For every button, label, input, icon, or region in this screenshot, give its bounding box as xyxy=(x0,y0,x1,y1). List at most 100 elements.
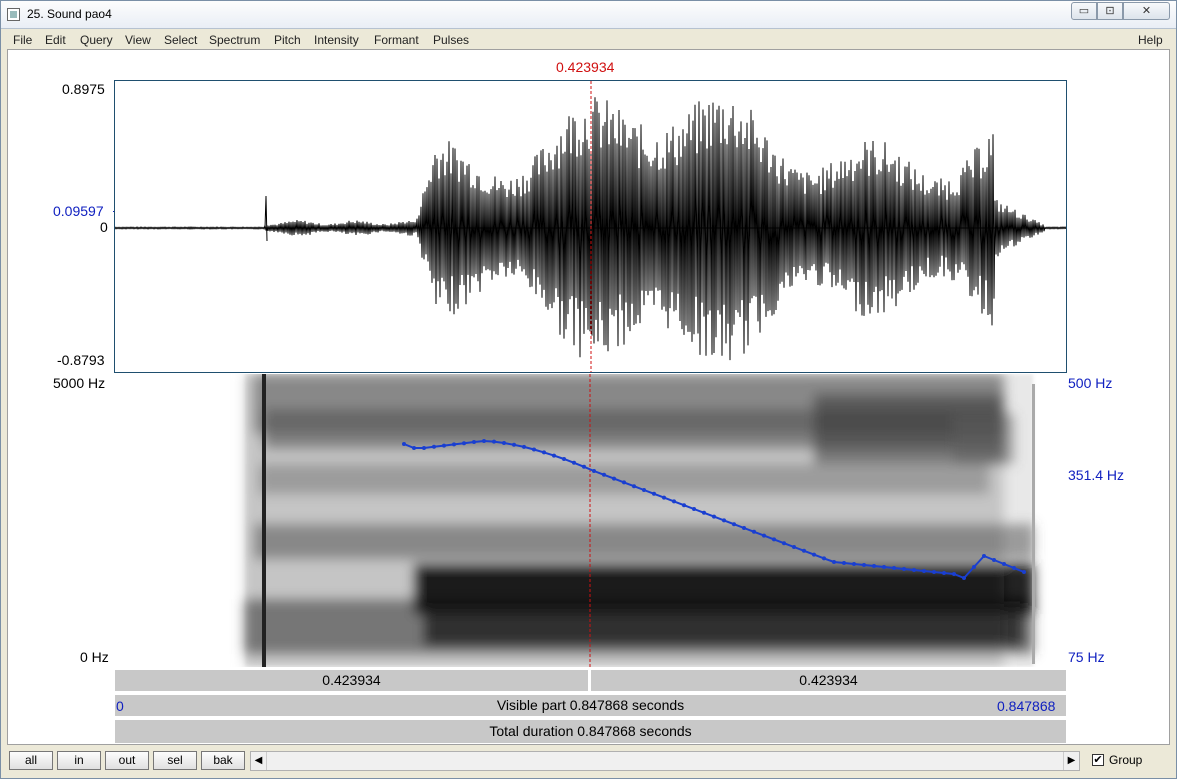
pitch-cursor-label: 351.4 Hz xyxy=(1068,467,1125,483)
waveform-panel[interactable] xyxy=(114,80,1067,373)
menu-formant[interactable]: Formant xyxy=(374,33,419,47)
pitch-point xyxy=(542,450,546,455)
spectrogram-top-label: 5000 Hz xyxy=(53,375,106,391)
pitch-point xyxy=(512,442,516,447)
pitch-point xyxy=(482,439,486,443)
pitch-point xyxy=(742,526,746,530)
spectrogram-svg xyxy=(244,374,1035,667)
pitch-point xyxy=(832,560,836,564)
cursor-time-label: 0.423934 xyxy=(556,59,615,75)
menu-pitch[interactable]: Pitch xyxy=(274,33,301,47)
pitch-point xyxy=(852,562,856,566)
pitch-point xyxy=(522,444,526,449)
time-segment-left[interactable]: 0.423934 xyxy=(114,669,589,692)
pitch-point xyxy=(472,440,476,444)
spectrogram-striations xyxy=(244,374,1034,667)
pitch-point xyxy=(432,444,436,449)
group-label: Group xyxy=(1109,753,1143,767)
pitch-point xyxy=(912,568,916,572)
pitch-point xyxy=(412,446,416,450)
pitch-point xyxy=(612,476,616,481)
visible-part-label: Visible part 0.847868 seconds xyxy=(496,697,685,713)
spectrogram-end-line xyxy=(1032,384,1035,664)
pitch-point xyxy=(672,499,676,504)
pitch-point xyxy=(692,507,696,511)
menu-view[interactable]: View xyxy=(125,33,151,47)
pitch-point xyxy=(602,472,606,477)
spectrogram-panel[interactable] xyxy=(114,374,1067,667)
pitch-point xyxy=(572,460,576,465)
pitch-point xyxy=(492,439,496,444)
pitch-point xyxy=(402,442,406,446)
pitch-point xyxy=(632,484,636,489)
zoom-selection-button[interactable]: sel xyxy=(153,751,197,770)
minimize-button[interactable]: ▭ xyxy=(1071,2,1097,20)
pitch-point xyxy=(722,518,726,523)
pitch-point xyxy=(532,447,536,452)
menu-intensity[interactable]: Intensity xyxy=(314,33,359,47)
zoom-in-button[interactable]: in xyxy=(57,751,101,770)
pitch-point xyxy=(1022,570,1026,574)
pitch-point xyxy=(812,552,816,557)
pitch-point xyxy=(802,548,806,553)
sound-editor-window: 25. Sound pao4 ▭ ⊡ ✕ File Edit Query Vie… xyxy=(0,0,1177,779)
zoom-back-button[interactable]: bak xyxy=(201,751,245,770)
pitch-point xyxy=(922,569,926,573)
pitch-point xyxy=(652,491,656,496)
pitch-point xyxy=(442,443,446,448)
menu-spectrum[interactable]: Spectrum xyxy=(209,33,260,47)
visible-start-label: 0 xyxy=(116,698,124,714)
pitch-point xyxy=(1012,566,1016,570)
waveform-svg xyxy=(115,81,1066,372)
time-scrollbar[interactable]: ◀ ▶ xyxy=(250,751,1080,771)
pitch-point xyxy=(452,442,456,447)
menu-bar: File Edit Query View Select Spectrum Pit… xyxy=(7,31,1170,49)
bottom-toolbar: all in out sel bak ◀ ▶ ✔ Group xyxy=(7,746,1170,776)
pitch-point xyxy=(662,495,666,500)
pitch-point xyxy=(752,529,756,534)
waveform-max-label: 0.8975 xyxy=(62,81,105,97)
pitch-point xyxy=(882,565,886,569)
pitch-point xyxy=(902,567,906,571)
pitch-point xyxy=(982,554,986,558)
pitch-point xyxy=(622,480,626,485)
pitch-point xyxy=(972,565,976,569)
pitch-point xyxy=(842,561,846,565)
pitch-point xyxy=(702,510,706,515)
scroll-left-arrow-icon[interactable]: ◀ xyxy=(251,752,267,770)
group-checkbox[interactable]: ✔ xyxy=(1092,754,1104,766)
visible-part-bar[interactable]: Visible part 0.847868 seconds xyxy=(114,694,1067,717)
zoom-out-button[interactable]: out xyxy=(105,751,149,770)
pitch-point xyxy=(822,556,826,561)
visible-end-label: 0.847868 xyxy=(997,698,1056,714)
pitch-point xyxy=(762,533,766,538)
waveform-cursor-value-label: 0.09597 xyxy=(53,203,104,219)
pitch-point xyxy=(712,514,716,519)
pitch-point xyxy=(592,469,596,473)
pitch-point xyxy=(942,571,946,575)
zoom-all-button[interactable]: all xyxy=(9,751,53,770)
pitch-point xyxy=(952,572,956,576)
pitch-point xyxy=(992,558,996,562)
time-segment-right[interactable]: 0.423934 xyxy=(590,669,1067,692)
pitch-point xyxy=(502,441,506,445)
pitch-point xyxy=(732,522,736,527)
total-duration-bar[interactable]: Total duration 0.847868 seconds xyxy=(114,719,1067,744)
menu-query[interactable]: Query xyxy=(80,33,113,47)
pitch-point xyxy=(782,541,786,546)
pitch-point xyxy=(642,488,646,492)
menu-help[interactable]: Help xyxy=(1138,33,1163,47)
maximize-button[interactable]: ⊡ xyxy=(1097,2,1123,20)
pitch-point xyxy=(772,537,776,542)
pitch-point xyxy=(962,576,966,580)
pitch-point xyxy=(1002,562,1006,566)
menu-file[interactable]: File xyxy=(13,33,32,47)
menu-edit[interactable]: Edit xyxy=(45,33,66,47)
scroll-right-arrow-icon[interactable]: ▶ xyxy=(1063,752,1079,770)
close-button[interactable]: ✕ xyxy=(1123,2,1170,20)
pitch-point xyxy=(552,453,556,458)
menu-select[interactable]: Select xyxy=(164,33,197,47)
pitch-point xyxy=(462,441,466,446)
pitch-point xyxy=(682,503,686,508)
menu-pulses[interactable]: Pulses xyxy=(433,33,469,47)
